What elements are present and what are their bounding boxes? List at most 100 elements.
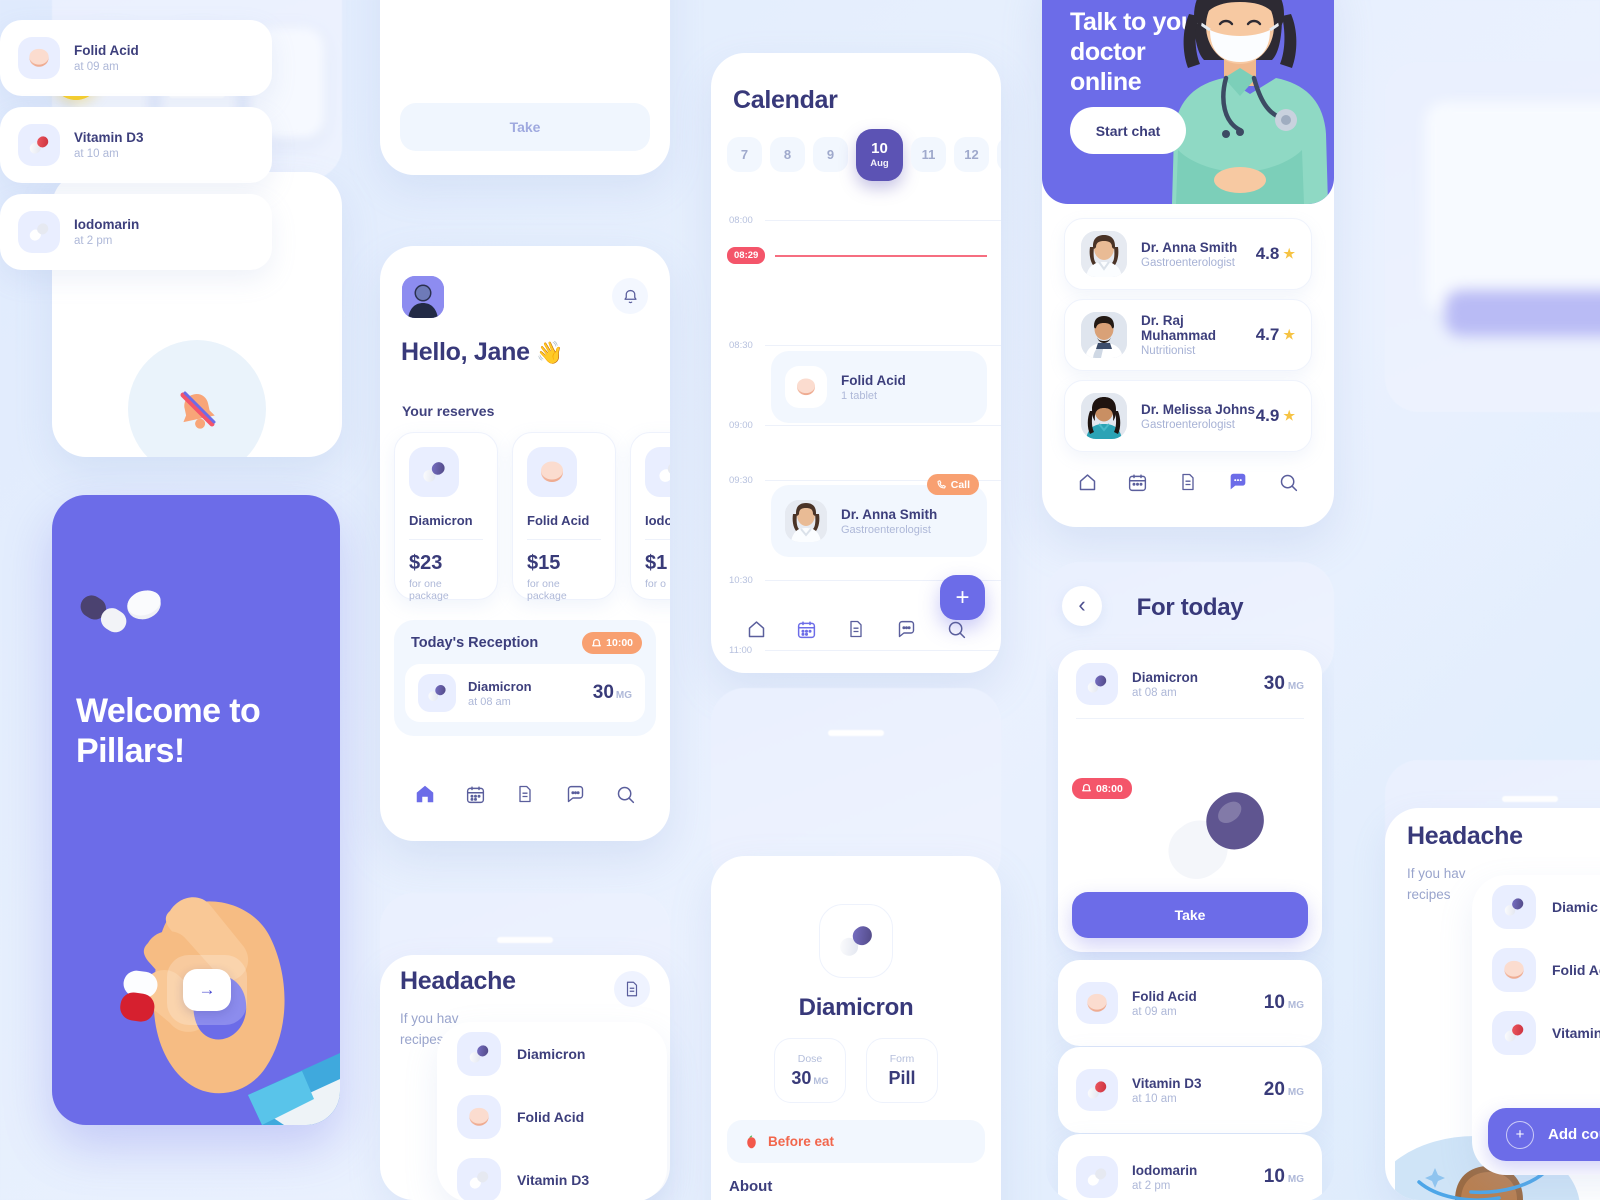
nav-document-icon[interactable] [843,616,869,642]
take-button[interactable]: Take [1072,892,1308,938]
doctor-illustration [1172,0,1328,204]
list-item[interactable]: Diamic [1472,875,1600,938]
medication-name: Vitamin [1552,1024,1600,1041]
nav-home-icon[interactable] [743,616,769,642]
nav-chat-icon[interactable] [1225,469,1251,495]
list-item[interactable]: Folid Acid [437,1085,667,1148]
take-button[interactable]: Take [400,103,650,151]
medication-summary[interactable]: Diamicron at 08 am 30 MG [1058,650,1322,718]
capsule-purple-illustration [1168,792,1264,879]
start-chat-button[interactable]: Start chat [1070,107,1186,154]
list-item[interactable]: Vitamin D3 [437,1148,667,1200]
nav-document-icon[interactable] [512,781,538,807]
doctor-card[interactable]: Dr. Melissa Johns Gastroenterologist 4.9… [1064,380,1312,452]
reserve-note: for one package [527,578,567,602]
time-label: 09:00 [729,420,753,431]
day-number: 8 [783,147,792,162]
nav-home-icon[interactable] [412,781,438,807]
day-chip[interactable]: 13 [997,137,1001,172]
divider [409,539,483,540]
page-title: Headache [1407,822,1523,850]
doctor-card[interactable]: Dr. Raj Muhammad Nutritionist 4.7 ★ [1064,299,1312,371]
nav-search-icon[interactable] [1276,469,1302,495]
document-icon[interactable] [614,971,650,1007]
day-chip[interactable]: 12 [954,137,989,172]
desc-line-1: If you hav [1407,866,1466,881]
calendar-event[interactable]: Folid Acid 1 tablet [771,351,987,423]
reserve-note: for one package [409,578,449,602]
notifications-button[interactable] [612,278,648,314]
rating: 4.7 ★ [1256,325,1295,345]
day-chip-selected[interactable]: 10 Aug [856,129,903,181]
medication-facts: Dose 30 MG Form Pill [711,1038,1001,1103]
medication-dose: 30 [592,682,614,703]
capsule-red-illustration [468,0,598,10]
nav-home-icon[interactable] [1074,469,1100,495]
medication-name: Vitamin D3 [74,130,144,145]
doctor-specialty: Gastroenterologist [1141,418,1235,431]
page-title: Hello, Jane 👋 [401,338,564,367]
event-title: Dr. Anna Smith [841,506,938,522]
day-number: 7 [740,147,749,162]
nav-search-icon[interactable] [612,781,638,807]
nav-calendar-icon[interactable] [793,616,819,642]
nav-chat-icon[interactable] [893,616,919,642]
nav-search-icon[interactable] [943,616,969,642]
alarm-badge[interactable]: 08:00 [1072,778,1132,799]
day-chip[interactable]: 11 [911,137,946,172]
nav-calendar-icon[interactable] [462,781,488,807]
divider [1076,718,1304,719]
schedule-row[interactable]: Folid Acid at 09 am [0,20,272,96]
time-divider [765,650,1001,651]
eat-note-text: Before eat [768,1134,835,1149]
capsule-purple-icon [1492,884,1536,929]
nav-chat-icon[interactable] [562,781,588,807]
current-time-line [775,255,987,257]
avatar[interactable] [402,276,444,318]
doctor-card[interactable]: Dr. Anna Smith Gastroenterologist 4.8 ★ [1064,218,1312,290]
bell-icon [592,638,602,646]
reserve-card[interactable]: Folid Acid $15 for one package [512,432,616,602]
calendar-event-doctor[interactable]: Call Dr. Anna Smith Gastroenterologist [771,474,987,557]
day-chip[interactable]: 7 [727,137,762,172]
medication-row[interactable]: Folid Acid at 09 am 10 MG [1058,960,1322,1046]
add-course-button[interactable]: + Add course [1488,1108,1600,1161]
day-chip[interactable]: 9 [813,137,848,172]
for-today-screen: ‹ For today Diamicron at 08 am 30 MG 08:… [1046,562,1334,1200]
list-item[interactable]: Vitamin [1472,1001,1600,1064]
background-screen-blurred [1385,62,1600,412]
tablet-pink-icon [457,1094,501,1139]
list-item[interactable]: Folid Ac [1472,938,1600,1001]
next-button[interactable]: → [167,955,247,1025]
reception-item[interactable]: Diamicron at 08 am 30 MG [405,664,645,722]
tablet-pink-icon [785,366,827,408]
medication-row[interactable]: Vitamin D3 at 10 am 20 MG [1058,1047,1322,1133]
capsule-purple-icon [409,447,459,497]
reserve-card[interactable]: Diamicron $23 for one package [394,432,498,602]
rating-value: 4.7 [1255,325,1280,344]
call-button[interactable]: Call [926,474,979,495]
reserve-card[interactable]: Iodomarin $1 for o [630,432,670,600]
doctors-screen: Talk to your doctor online Start chat Dr… [1042,0,1334,527]
doctor-name: Dr. Raj Muhammad [1141,313,1217,343]
reserve-note: for o [645,578,667,590]
capsule-white-icon [457,1157,501,1200]
day-chip[interactable]: 8 [770,137,805,172]
time-label: 09:30 [729,475,753,486]
capsule-purple-icon [457,1031,501,1076]
event-title: Folid Acid [841,372,906,388]
alarm-badge[interactable]: 10:00 [582,632,642,654]
nav-document-icon[interactable] [1175,469,1201,495]
reserve-price: $23 [409,552,443,574]
desc-line-2: recipes [1407,886,1451,902]
page-title: Headache [400,967,516,995]
list-item[interactable]: Diamicron [437,1022,667,1085]
divider [645,539,670,540]
nav-calendar-icon[interactable] [1125,469,1151,495]
bell-icon [1082,783,1091,792]
schedule-row[interactable]: Vitamin D3 at 10 am [0,107,272,183]
medication-row[interactable]: Iodomarin at 2 pm 10 MG [1058,1134,1322,1200]
medication-name: Vitamin D3 [1132,1075,1202,1091]
medication-name: Diamic [1552,898,1598,915]
schedule-row[interactable]: Iodomarin at 2 pm [0,194,272,270]
